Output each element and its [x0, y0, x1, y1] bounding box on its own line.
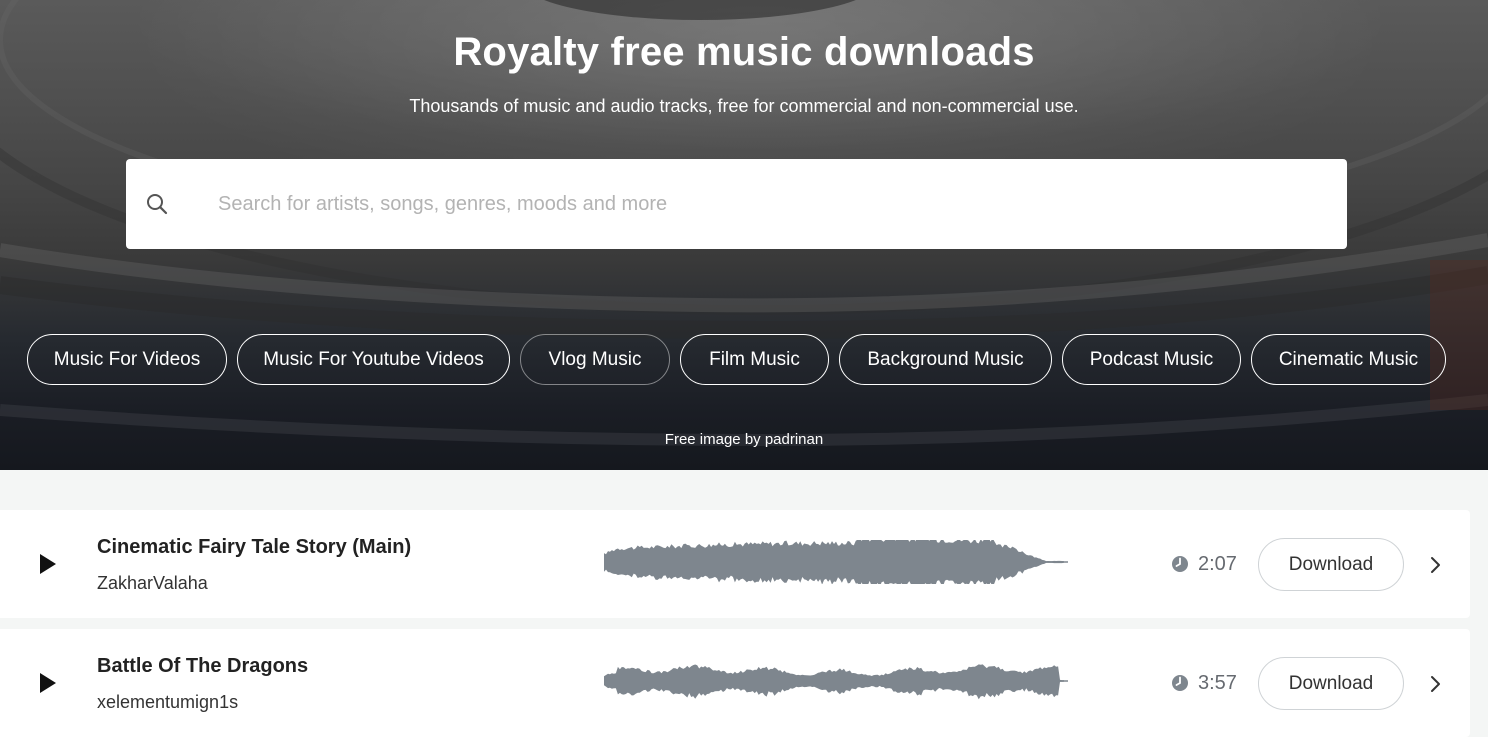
- clock-icon: [1172, 556, 1188, 572]
- waveform-shape: [604, 540, 1064, 584]
- download-button[interactable]: Download: [1258, 538, 1404, 591]
- track-row[interactable]: Cinematic Fairy Tale Story (Main) Zakhar…: [0, 510, 1470, 618]
- track-duration: 2:07: [1198, 553, 1237, 575]
- page-title: Royalty free music downloads: [453, 30, 1035, 74]
- search-input[interactable]: [216, 182, 1316, 226]
- track-artist[interactable]: ZakharValaha: [97, 573, 208, 594]
- image-credit[interactable]: Free image by padrinan: [0, 431, 1488, 448]
- track-artist[interactable]: xelementumign1s: [97, 692, 238, 713]
- download-button[interactable]: Download: [1258, 657, 1404, 710]
- clock-icon: [1172, 675, 1188, 691]
- chip-background-music[interactable]: Background Music: [839, 334, 1052, 385]
- chip-music-for-videos[interactable]: Music For Videos: [27, 334, 227, 385]
- chip-cinematic-music[interactable]: Cinematic Music: [1251, 334, 1446, 385]
- chip-film-music[interactable]: Film Music: [680, 334, 829, 385]
- play-icon[interactable]: [36, 552, 58, 576]
- waveform[interactable]: [604, 540, 1068, 584]
- waveform-shape: [604, 664, 1064, 700]
- chevron-right-icon[interactable]: [1429, 555, 1443, 575]
- hero-banner: Royalty free music downloads Thousands o…: [0, 0, 1488, 470]
- search-icon[interactable]: [145, 192, 169, 216]
- play-icon[interactable]: [36, 671, 58, 695]
- chevron-right-icon[interactable]: [1429, 674, 1443, 694]
- waveform[interactable]: [604, 659, 1068, 703]
- page-subtitle: Thousands of music and audio tracks, fre…: [409, 96, 1079, 116]
- chip-podcast-music[interactable]: Podcast Music: [1062, 334, 1241, 385]
- chip-vlog-music[interactable]: Vlog Music: [520, 334, 670, 385]
- track-row[interactable]: Battle Of The Dragons xelementumign1s 3:…: [0, 629, 1470, 737]
- track-title[interactable]: Cinematic Fairy Tale Story (Main): [97, 536, 411, 559]
- track-duration: 3:57: [1198, 672, 1237, 694]
- track-title[interactable]: Battle Of The Dragons: [97, 655, 308, 678]
- chip-music-for-youtube-videos[interactable]: Music For Youtube Videos: [237, 334, 510, 385]
